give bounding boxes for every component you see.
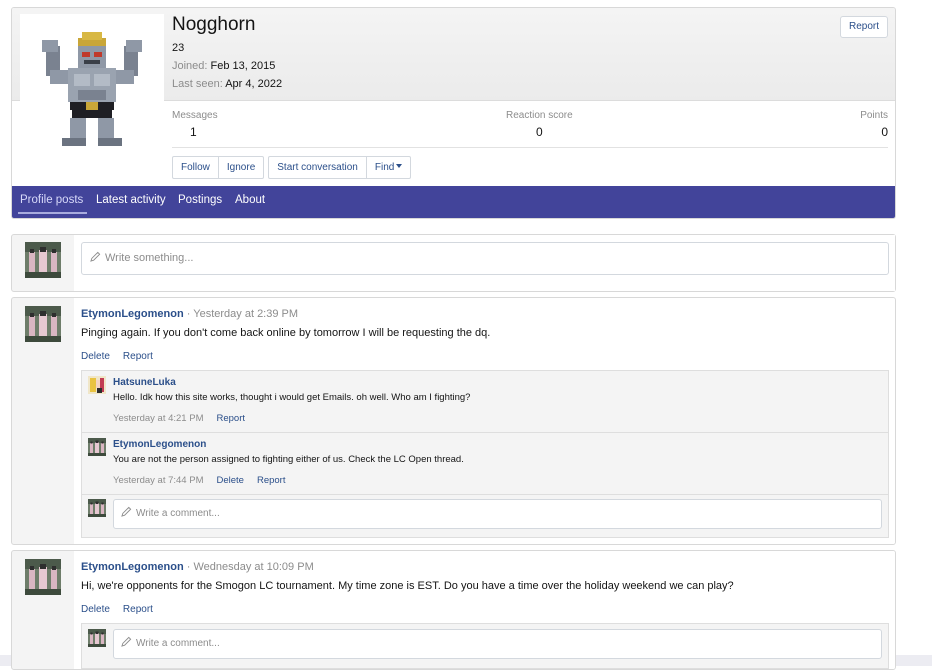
start-conversation-button[interactable]: Start conversation [268,156,367,179]
member-header: Nogghorn 23 Joined: Feb 13, 2015 Last se… [11,7,896,219]
stat-points: Points 0 [860,110,888,139]
post-delete-link[interactable]: Delete [81,604,110,615]
stat-messages-value[interactable]: 1 [172,125,218,139]
comment-author-avatar[interactable] [88,438,106,456]
stats-divider [172,147,888,148]
comment-author-avatar[interactable] [88,376,106,394]
post-report-link[interactable]: Report [123,604,153,615]
post-actions: Delete Report [81,604,153,615]
stat-messages-label: Messages [172,110,218,121]
post-author-avatar[interactable] [25,306,61,342]
comment-report-link[interactable]: Report [216,413,245,424]
post-author-link[interactable]: EtymonLegomenon [81,308,184,320]
current-user-avatar[interactable] [25,242,61,278]
post-delete-link[interactable]: Delete [81,351,110,362]
write-comment-input[interactable]: Write a comment... [113,499,882,529]
comment-meta: Yesterday at 4:21 PM Report [113,413,245,424]
member-avatar[interactable] [20,14,164,158]
tab-postings[interactable]: Postings [178,186,222,218]
last-seen-value: Apr 4, 2022 [225,78,283,90]
post-header: EtymonLegomenon · Wednesday at 10:09 PM [81,561,314,573]
post-message: Pinging again. If you don't come back on… [81,327,491,339]
conversation-find-group: Start conversation Find [268,156,412,179]
profile-post: EtymonLegomenon · Yesterday at 2:39 PM P… [11,297,896,545]
post-report-link[interactable]: Report [123,351,153,362]
stat-reaction-score: Reaction score 0 [506,110,573,139]
avatar-sprite-image [42,32,142,146]
joined-label: Joined: [172,60,208,72]
comment-report-link[interactable]: Report [257,475,286,486]
write-comment-placeholder: Write a comment... [136,638,220,649]
stat-points-label: Points [860,110,888,121]
stat-reaction-value: 0 [536,125,543,139]
member-tabs: Profile posts Latest activity Postings A… [12,186,895,218]
comment-composer-avatar[interactable] [88,499,106,517]
pencil-icon [90,251,101,262]
comment-message: Hello. Idk how this site works, thought … [113,392,471,403]
member-joined: Joined: Feb 13, 2015 [172,60,275,72]
comment-list: HatsuneLuka Hello. Idk how this site wor… [81,370,889,538]
joined-value: Feb 13, 2015 [210,60,276,72]
profile-post: EtymonLegomenon · Wednesday at 10:09 PM … [11,550,896,670]
comment-timestamp[interactable]: Yesterday at 4:21 PM [113,413,203,424]
comment-item: EtymonLegomenon You are not the person a… [82,433,888,495]
comment-timestamp[interactable]: Yesterday at 7:44 PM [113,475,203,486]
profile-post-composer: Write something... [11,234,896,292]
post-header: EtymonLegomenon · Yesterday at 2:39 PM [81,308,299,320]
comment-message: You are not the person assigned to fight… [113,454,464,465]
comment-author-link[interactable]: HatsuneLuka [113,377,176,388]
write-comment-input[interactable]: Write a comment... [113,629,882,659]
find-dropdown-button[interactable]: Find [366,156,412,179]
ignore-button[interactable]: Ignore [218,156,265,179]
comment-item: HatsuneLuka Hello. Idk how this site wor… [82,371,888,433]
pencil-icon [121,506,132,517]
stat-reaction-label: Reaction score [506,110,573,121]
post-timestamp[interactable]: Yesterday at 2:39 PM [193,308,298,320]
stat-points-value[interactable]: 0 [860,125,888,139]
comment-composer-avatar[interactable] [88,629,106,647]
comment-meta: Yesterday at 7:44 PM Delete Report [113,475,285,486]
find-label: Find [374,162,395,173]
write-something-placeholder: Write something... [105,252,194,264]
post-timestamp[interactable]: Wednesday at 10:09 PM [193,561,313,573]
comment-delete-link[interactable]: Delete [216,475,243,486]
post-author-avatar[interactable] [25,559,61,595]
report-member-button[interactable]: Report [839,16,888,38]
comment-author-link[interactable]: EtymonLegomenon [113,439,206,450]
member-custom-title: 23 [172,42,185,54]
follow-button[interactable]: Follow [172,156,219,179]
tab-profile-posts[interactable]: Profile posts [17,186,88,218]
write-comment-placeholder: Write a comment... [136,508,220,519]
comment-list: Write a comment... [81,623,889,669]
caret-down-icon [396,164,403,168]
member-username: Nogghorn [172,14,256,35]
last-seen-label: Last seen: [172,78,223,90]
member-last-seen: Last seen: Apr 4, 2022 [172,78,282,90]
tab-latest-activity[interactable]: Latest activity [96,186,166,218]
post-author-link[interactable]: EtymonLegomenon [81,561,184,573]
post-actions: Delete Report [81,351,153,362]
write-something-input[interactable]: Write something... [81,242,889,275]
tab-about[interactable]: About [235,186,265,218]
member-action-buttons: Follow Ignore Start conversation Find [172,156,412,179]
follow-ignore-group: Follow Ignore [172,156,265,179]
stat-messages: Messages 1 [172,110,218,139]
post-message: Hi, we're opponents for the Smogon LC to… [81,580,734,592]
pencil-icon [121,636,132,647]
